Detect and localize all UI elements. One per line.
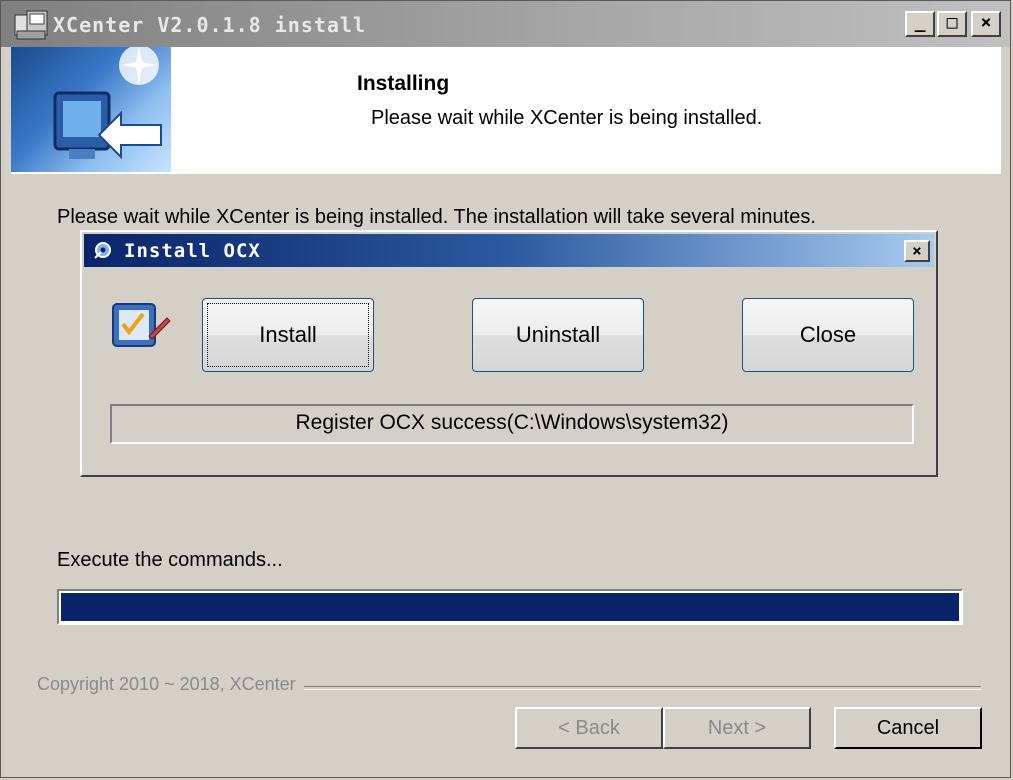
installer-icon [14, 10, 48, 40]
dialog-close-icon[interactable]: × [904, 240, 930, 262]
dialog-close-button[interactable]: Close [742, 298, 914, 372]
install-button[interactable]: Install [202, 298, 374, 372]
header-banner: Installing Please wait while XCenter is … [11, 47, 1001, 173]
banner-divider [11, 172, 1001, 174]
ocx-status-box: Register OCX success(C:\Windows\system32… [110, 404, 914, 444]
banner-subtitle: Please wait while XCenter is being insta… [371, 107, 763, 129]
window-title: XCenter V2.0.1.8 install [53, 13, 366, 37]
dialog-title: Install OCX [124, 240, 261, 262]
monitor-arrow-icon [11, 47, 171, 172]
checklist-pencil-icon [112, 303, 171, 347]
uninstall-button[interactable]: Uninstall [472, 298, 644, 372]
progress-fill [61, 593, 959, 621]
cancel-button[interactable]: Cancel [834, 707, 982, 749]
close-window-button[interactable]: × [971, 11, 1001, 37]
dialog-titlebar[interactable]: Install OCX × [84, 234, 934, 267]
banner-title: Installing [357, 72, 450, 95]
next-button[interactable]: Next > [663, 707, 811, 749]
ocx-gear-icon [94, 242, 111, 259]
execute-status-text: Execute the commands... [57, 549, 283, 571]
maximize-button[interactable]: □ [937, 11, 967, 37]
install-ocx-dialog: Install OCX × Install Uninstall Close Re… [80, 230, 938, 477]
installer-window: XCenter V2.0.1.8 install _ □ × Installin… [0, 0, 1011, 778]
copyright-text: Copyright 2010 ~ 2018, XCenter [37, 674, 304, 695]
minimize-button[interactable]: _ [905, 11, 935, 37]
wait-message: Please wait while XCenter is being insta… [57, 206, 816, 228]
install-progress-bar [57, 589, 963, 625]
back-button[interactable]: < Back [515, 707, 663, 749]
window-titlebar[interactable]: XCenter V2.0.1.8 install _ □ × [1, 1, 1010, 47]
